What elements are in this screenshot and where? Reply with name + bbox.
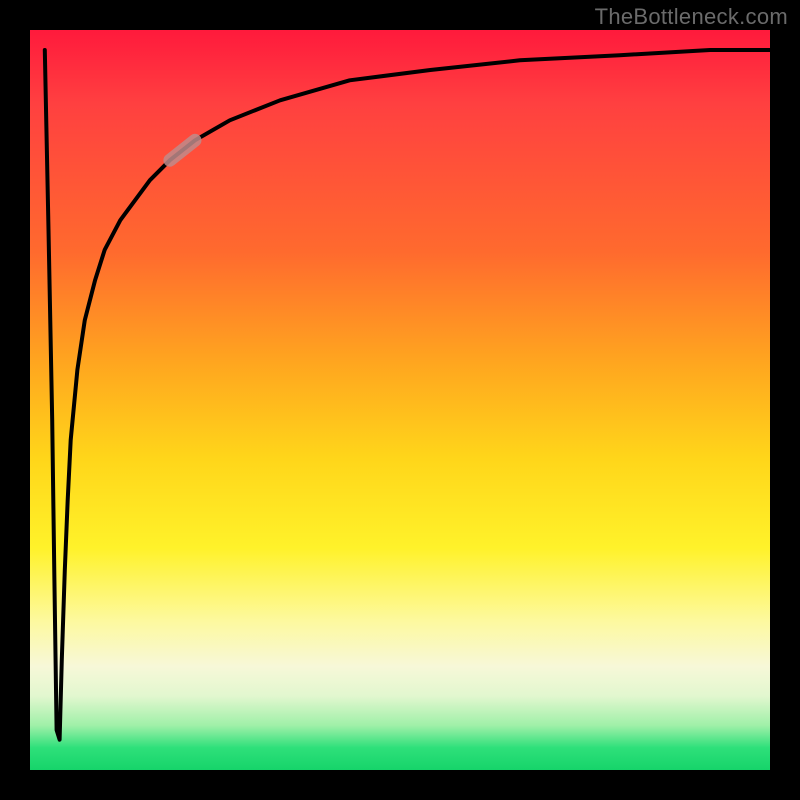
watermark-text: TheBottleneck.com bbox=[595, 4, 788, 30]
chart-frame: TheBottleneck.com bbox=[0, 0, 800, 800]
curve-highlight-segment bbox=[170, 140, 195, 160]
plot-area bbox=[30, 30, 770, 770]
bottleneck-curve-path bbox=[45, 50, 770, 740]
curve-svg bbox=[30, 30, 770, 770]
